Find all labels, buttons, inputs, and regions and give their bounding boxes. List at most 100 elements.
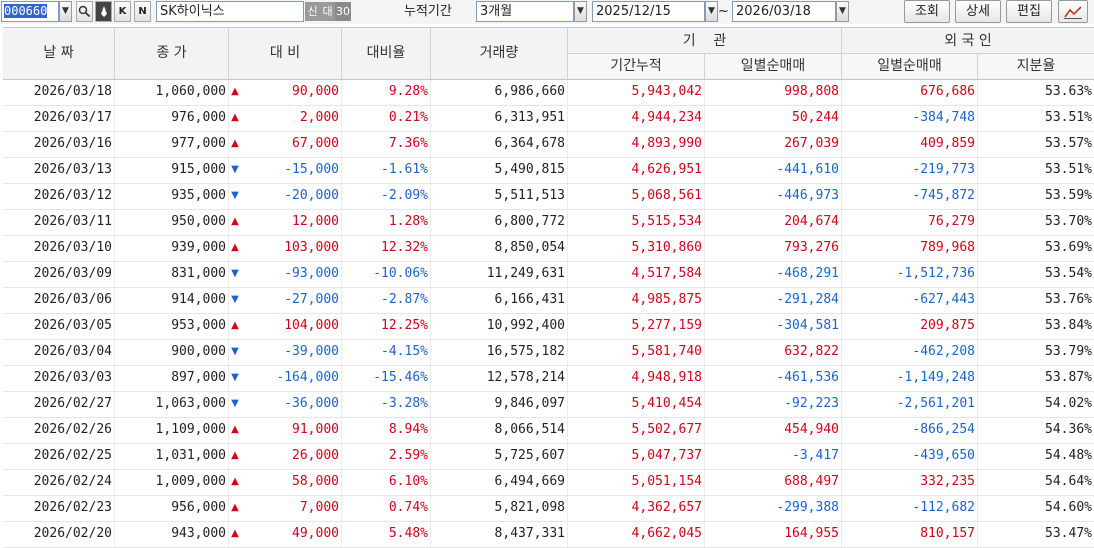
pen-icon[interactable] [95,1,112,22]
table-row[interactable]: 2026/03/11 950,000 12,000 1.28% 6,800,772 5,5… [3,210,1094,236]
change-cell: -39,000 [229,340,342,365]
foreign-ratio-cell: 53.54% [1045,266,1092,281]
foreign-ratio-cell: 53.59% [1045,188,1092,203]
change-rate-cell: 8.94% [342,418,431,443]
inst-cumulative-cell: 5,943,042 [568,80,705,105]
volume-cell: 12,578,214 [431,366,568,391]
change-cell: 104,000 [229,314,342,339]
inst-daily-cell: 204,674 [705,210,842,235]
header-date[interactable]: 날 짜 [3,28,115,79]
table-row[interactable]: 2026/03/10 939,000 103,000 12.32% 8,850,054 5… [3,236,1094,262]
close-price-cell: 1,031,000 [115,444,229,469]
volume-cell: 6,800,772 [431,210,568,235]
date-from-calendar-button[interactable]: ▼ [705,1,718,22]
header-change[interactable]: 대 비 [229,28,342,79]
volume-cell: 5,490,815 [431,158,568,183]
up-triangle-icon: ▲ [231,242,239,253]
date-from-input[interactable]: 2025/12/15 [592,1,705,22]
table-row[interactable]: 2026/02/27 1,063,000 -36,000 -3.28% 9,846,09… [3,392,1094,418]
inst-daily-cell: -3,417 [705,444,842,469]
header-foreign-ratio[interactable]: 지분율 [978,54,1094,79]
volume-cell: 8,066,514 [431,418,568,443]
header-inst-cumulative[interactable]: 기간누적 [568,54,705,79]
inst-cumulative-cell: 5,277,159 [568,314,705,339]
up-triangle-icon: ▲ [231,502,239,513]
inst-daily-cell: 267,039 [705,132,842,157]
search-icon[interactable] [76,1,93,22]
loan-badge: 대 [320,2,335,21]
query-button[interactable]: 조회 [904,0,950,23]
stock-code-input[interactable]: 000660 [1,1,59,22]
foreign-daily-cell: -1,149,248 [842,366,978,391]
volume-cell: 8,850,054 [431,236,568,261]
change-rate-cell: 0.74% [342,496,431,521]
chart-icon[interactable] [1058,0,1088,23]
header-volume[interactable]: 거래량 [431,28,568,79]
change-rate-cell: 0.21% [342,106,431,131]
close-price-cell: 1,009,000 [115,470,229,495]
foreign-daily-cell: -2,561,201 [842,392,978,417]
foreign-daily-cell: -219,773 [842,158,978,183]
foreign-daily-cell: 209,875 [842,314,978,339]
up-triangle-icon: ▲ [231,216,239,227]
table-row[interactable]: 2026/03/16 977,000 67,000 7.36% 6,364,678 4,8… [3,132,1094,158]
close-price-cell: 915,000 [115,158,229,183]
code-dropdown-button[interactable]: ▼ [59,1,72,22]
volume-cell: 5,821,098 [431,496,568,521]
change-rate-cell: 9.28% [342,80,431,105]
table-row[interactable]: 2026/03/18 1,060,000 90,000 9.28% 6,986,660 5… [3,80,1094,106]
table-row[interactable]: 2026/02/24 1,009,000 58,000 6.10% 6,494,669 5… [3,470,1094,496]
inst-cumulative-cell: 5,051,154 [568,470,705,495]
foreign-daily-cell: -112,682 [842,496,978,521]
table-row[interactable]: 2026/03/09 831,000 -93,000 -10.06% 11,249,63… [3,262,1094,288]
date-cell: 2026/03/18 [3,80,115,105]
header-rate[interactable]: 대비율 [342,28,431,79]
foreign-daily-cell: 676,686 [842,80,978,105]
period-dropdown-button[interactable]: ▼ [574,1,587,22]
foreign-ratio-cell: 54.02% [1045,396,1092,411]
volume-cell: 6,986,660 [431,80,568,105]
date-to-calendar-button[interactable]: ▼ [836,1,849,22]
inst-daily-cell: -299,388 [705,496,842,521]
table-row[interactable]: 2026/03/05 953,000 104,000 12.25% 10,992,400… [3,314,1094,340]
detail-button[interactable]: 상세 [955,0,1001,23]
change-rate-cell: 1.28% [342,210,431,235]
table-row[interactable]: 2026/02/23 956,000 7,000 0.74% 5,821,098 4,36… [3,496,1094,522]
table-header: 날 짜 종 가 대 비 대비율 거래량 기 관 기간누적 일별순매매 외 국 인… [3,28,1094,80]
header-institution: 기 관 [568,28,842,54]
volume-cell: 6,364,678 [431,132,568,157]
n-button[interactable]: N [134,1,151,22]
close-price-cell: 977,000 [115,132,229,157]
table-row[interactable]: 2026/03/06 914,000 -27,000 -2.87% 6,166,431 4… [3,288,1094,314]
header-foreign-daily[interactable]: 일별순매매 [842,54,978,79]
table-row[interactable]: 2026/03/03 897,000 -164,000 -15.46% 12,578,2… [3,366,1094,392]
table-row[interactable]: 2026/03/12 935,000 -20,000 -2.09% 5,511,513 5… [3,184,1094,210]
table-row[interactable]: 2026/02/25 1,031,000 26,000 2.59% 5,725,607 5… [3,444,1094,470]
inst-daily-cell: -468,291 [705,262,842,287]
down-triangle-icon: ▼ [231,398,239,409]
date-to-input[interactable]: 2026/03/18 [732,1,836,22]
close-price-cell: 950,000 [115,210,229,235]
toolbar: 000660 ▼ K N SK하이닉스 신 대 30 누적기간 3개월 ▼ 20… [0,0,1094,24]
change-rate-cell: 7.36% [342,132,431,157]
change-cell: 26,000 [229,444,342,469]
volume-cell: 11,249,631 [431,262,568,287]
table-row[interactable]: 2026/03/13 915,000 -15,000 -1.61% 5,490,815 4… [3,158,1094,184]
inst-cumulative-cell: 4,948,918 [568,366,705,391]
close-price-cell: 831,000 [115,262,229,287]
edit-button[interactable]: 편집 [1006,0,1052,23]
period-select[interactable]: 3개월 [476,1,574,22]
foreign-daily-cell: 76,279 [842,210,978,235]
close-price-cell: 953,000 [115,314,229,339]
close-price-cell: 1,060,000 [115,80,229,105]
header-inst-daily[interactable]: 일별순매매 [705,54,842,79]
new-badge: 신 [305,2,320,21]
change-cell: -27,000 [229,288,342,313]
table-row[interactable]: 2026/03/17 976,000 2,000 0.21% 6,313,951 4,94… [3,106,1094,132]
table-row[interactable]: 2026/02/26 1,109,000 91,000 8.94% 8,066,514 5… [3,418,1094,444]
table-row[interactable]: 2026/03/04 900,000 -39,000 -4.15% 16,575,182… [3,340,1094,366]
inst-daily-cell: 632,822 [705,340,842,365]
header-close[interactable]: 종 가 [115,28,229,79]
change-cell: -36,000 [229,392,342,417]
k-button[interactable]: K [114,1,131,22]
